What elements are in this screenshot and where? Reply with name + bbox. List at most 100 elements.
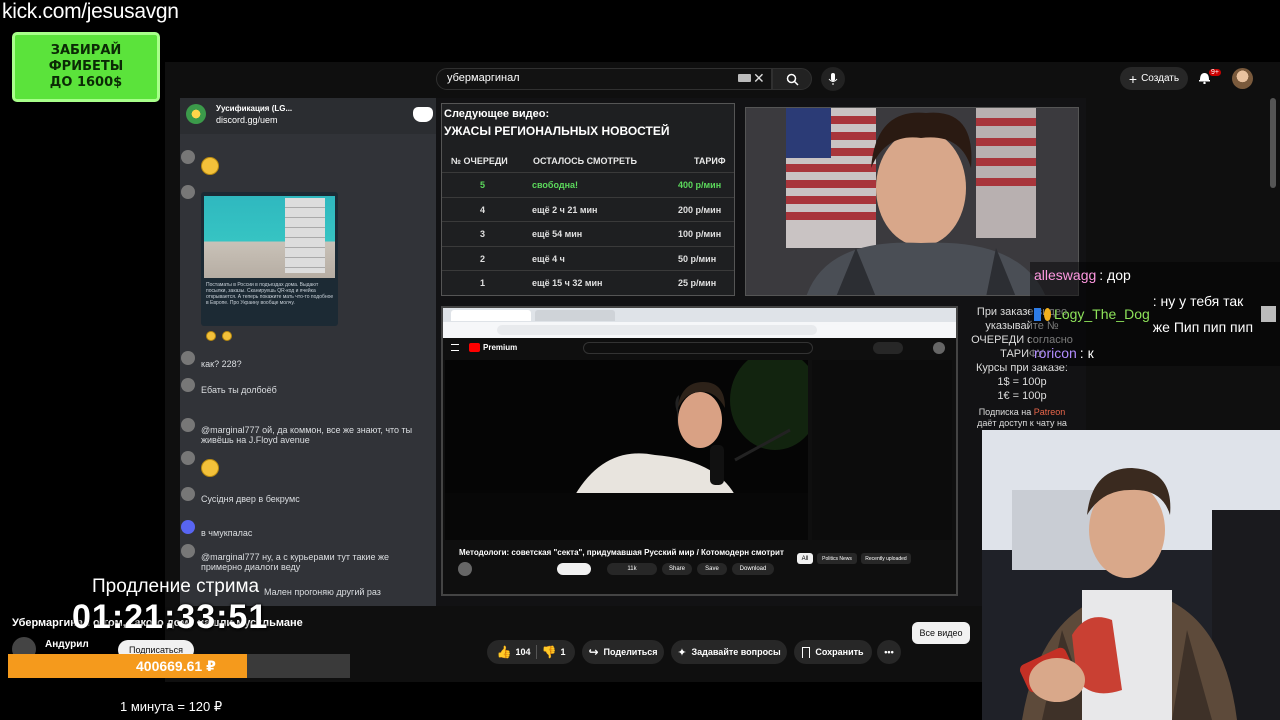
like-button[interactable]: 👍 104 [497,645,531,659]
ask-label: Задавайте вопросы [691,647,781,657]
more-actions-button[interactable]: ••• [877,640,901,664]
dislike-count: 1 [560,647,566,657]
dislike-button[interactable]: 👎 1 [542,645,566,659]
interview-video-frame [445,360,808,540]
like-dislike-group: 👍 104 👎 1 [487,640,575,664]
kick-url: kick.com/jesusavgn [2,0,179,23]
order-info-line: даёт доступ к чату на [977,418,1067,428]
voice-search-button[interactable] [821,67,845,91]
search-icon [786,73,799,86]
badge-icon [1034,307,1042,321]
server-icon [186,104,206,124]
embedded-download-button[interactable]: Download [732,563,774,575]
avatar [181,544,195,558]
search-button[interactable] [772,68,812,90]
queue-price: 100 р/мин [678,229,722,240]
queue-row: 5 свободна! 400 р/мин [442,172,734,196]
channel-name[interactable]: Андурил [45,639,89,650]
reaction-icon[interactable] [206,331,216,341]
queue-price: 200 р/мин [678,204,722,215]
chip-politics-news[interactable]: Politics News [817,553,857,564]
page-scrollbar[interactable] [1270,98,1276,188]
emoji-icon [201,157,219,175]
bookmark-icon [802,646,811,658]
queue-remaining: ещё 15 ч 32 мин [532,278,603,289]
queue-number: 2 [480,253,486,264]
stream-chat: alleswagg : дор Logy_The_Dog : ну у тебя… [1030,262,1280,366]
queue-remaining: ещё 4 ч [532,253,565,264]
column-header-price: ТАРИФ [694,156,726,166]
guest-webcam [745,107,1079,296]
chat-message: Мален прогоняю другий раз [264,587,381,597]
keyboard-icon[interactable] [738,74,751,82]
embedded-subscribe-button[interactable] [557,563,591,575]
chat-message: @marginal777 ой, да коммон, все же знают… [201,425,413,445]
chip-all[interactable]: All [797,553,813,564]
chat-line: alleswagg : дор [1030,262,1280,288]
embedded-save-button[interactable]: Save [697,563,727,575]
embedded-create-button[interactable] [873,342,903,354]
discord-avatar [181,520,195,534]
ask-button[interactable]: ✦ Задавайте вопросы [671,640,787,664]
chat-username: Logy_The_Dog [1054,306,1150,322]
share-icon: ↪ [588,645,599,659]
column-header-queue: № ОЧЕРЕДИ [451,156,508,166]
all-videos-button[interactable]: Все видео [912,622,970,644]
badge-icon [1044,307,1052,321]
embedded-share-button[interactable]: Share [662,563,692,575]
embedded-channel-avatar[interactable] [458,562,472,576]
share-button[interactable]: ↪ Поделиться [582,640,664,664]
search-input[interactable]: убермаргинал [436,68,772,90]
sparkle-icon: ✦ [677,646,687,659]
parcel-locker [285,198,325,273]
mic-icon [828,73,838,85]
account-avatar[interactable] [1232,68,1253,89]
chat-emote-icon [1260,306,1276,322]
queue-price: 25 р/мин [678,278,717,289]
embedded-like-button[interactable]: 11k [607,563,657,575]
queue-row: 3 ещё 54 мин 100 р/мин [442,221,734,245]
chat-message: @marginal777 ну, а с курьерами тут такие… [201,552,389,572]
next-video-title: УЖАСЫ РЕГИОНАЛЬНЫХ НОВОСТЕЙ [444,124,670,138]
queue-price: 400 р/мин [678,180,722,190]
column-header-remaining: ОСТАЛОСЬ СМОТРЕТЬ [533,156,637,166]
stream-timer: 01:21:33:51 [72,598,269,636]
address-bar[interactable] [497,325,817,335]
chat-text: : ну у тебя так же Пип пип пип [1152,293,1254,335]
browser-tab[interactable] [451,310,531,321]
queue-row: 2 ещё 4 ч 50 р/мин [442,245,734,270]
embedded-video-player[interactable] [445,360,808,540]
create-button[interactable]: + Создать [1120,67,1188,90]
create-label: Создать [1141,73,1180,84]
rate-label: 1 минута = 120 ₽ [120,699,223,714]
queue-remaining: ещё 54 мин [532,229,583,240]
avatar [181,185,195,199]
order-info-line: Подписка на [978,407,1032,417]
queue-number: 5 [480,180,486,190]
patreon-link[interactable]: Patreon [1034,407,1066,417]
chip-news-label: Politics News [822,555,852,562]
promo-text: ЗАБИРАЙ ФРИБЕТЫ ДО 1600$ [48,43,124,90]
save-button[interactable]: Сохранить [794,640,872,664]
avatar [181,418,195,432]
embedded-avatar[interactable] [933,342,945,354]
queue-number: 4 [480,204,486,215]
embedded-like-count: 11k [627,566,637,572]
server-title: Уусификация (LG... [216,104,293,113]
youtube-logo-icon[interactable] [469,343,480,352]
discord-logo-icon [413,107,433,122]
chat-line: roricon : к [1030,340,1280,366]
embedded-side-panel [812,360,952,540]
embedded-search[interactable] [583,342,813,354]
clear-search-icon[interactable]: ✕ [753,70,765,87]
browser-tab[interactable] [535,310,615,321]
more-icon: ••• [884,647,894,657]
chat-message: Сусідня двер в бекрумс [201,494,300,504]
reaction-icon[interactable] [222,331,232,341]
queue-remaining: ещё 2 ч 21 мин [532,204,598,215]
menu-icon[interactable] [451,344,459,351]
next-video-label: Следующее видео: [444,108,550,120]
chip-recently-uploaded[interactable]: Recently uploaded [861,553,911,564]
queue-number: 1 [480,278,486,289]
avatar [181,451,195,465]
